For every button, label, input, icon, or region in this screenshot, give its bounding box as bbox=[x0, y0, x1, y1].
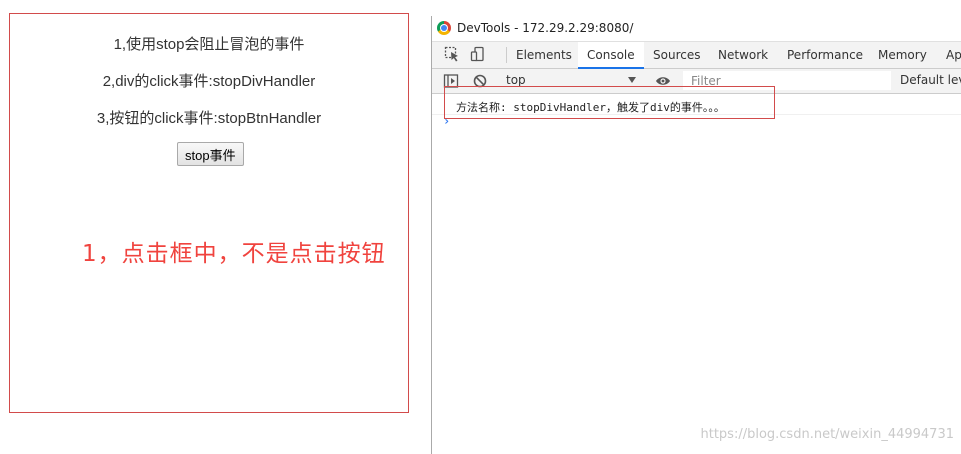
demo-div-box[interactable]: 1,使用stop会阻止冒泡的事件 2,div的click事件:stopDivHa… bbox=[9, 13, 409, 413]
devtools-titlebar: DevTools - 172.29.2.29:8080/ bbox=[432, 16, 961, 42]
devtools-title: DevTools - 172.29.2.29:8080/ bbox=[457, 21, 634, 35]
tab-application[interactable]: Ap bbox=[937, 42, 961, 68]
demo-line-2: 2,div的click事件:stopDivHandler bbox=[102, 73, 316, 90]
dropdown-arrow-icon bbox=[628, 77, 636, 83]
tab-console[interactable]: Console bbox=[578, 42, 644, 69]
tab-sources[interactable]: Sources bbox=[644, 42, 709, 68]
annotation-text: 1，点击框中，不是点击按钮 bbox=[82, 241, 386, 267]
screenshot: 1,使用stop会阻止冒泡的事件 2,div的click事件:stopDivHa… bbox=[0, 0, 961, 454]
demo-line-3: 3,按钮的click事件:stopBtnHandler bbox=[96, 110, 322, 127]
tab-network[interactable]: Network bbox=[709, 42, 777, 68]
log-levels-selector[interactable]: Default levels bbox=[900, 73, 961, 87]
tab-performance[interactable]: Performance bbox=[778, 42, 872, 68]
devtools-tabbar: Elements Console Sources Network Perform… bbox=[432, 42, 961, 69]
tab-memory[interactable]: Memory bbox=[869, 42, 936, 68]
console-output: 方法名称: stopDivHandler，触发了div的事件。。。 › bbox=[432, 86, 961, 454]
inspect-icon[interactable] bbox=[444, 46, 460, 62]
demo-line-1: 1,使用stop会阻止冒泡的事件 bbox=[113, 36, 305, 53]
device-toggle-icon[interactable] bbox=[470, 46, 486, 62]
watermark: https://blog.csdn.net/weixin_44994731 bbox=[700, 427, 954, 442]
chrome-icon bbox=[437, 21, 451, 35]
tab-elements[interactable]: Elements bbox=[507, 42, 581, 68]
devtools-window: DevTools - 172.29.2.29:8080/ Elements Co… bbox=[431, 16, 961, 454]
log-highlight-box bbox=[444, 86, 775, 119]
stop-event-button[interactable]: stop事件 bbox=[177, 142, 244, 166]
